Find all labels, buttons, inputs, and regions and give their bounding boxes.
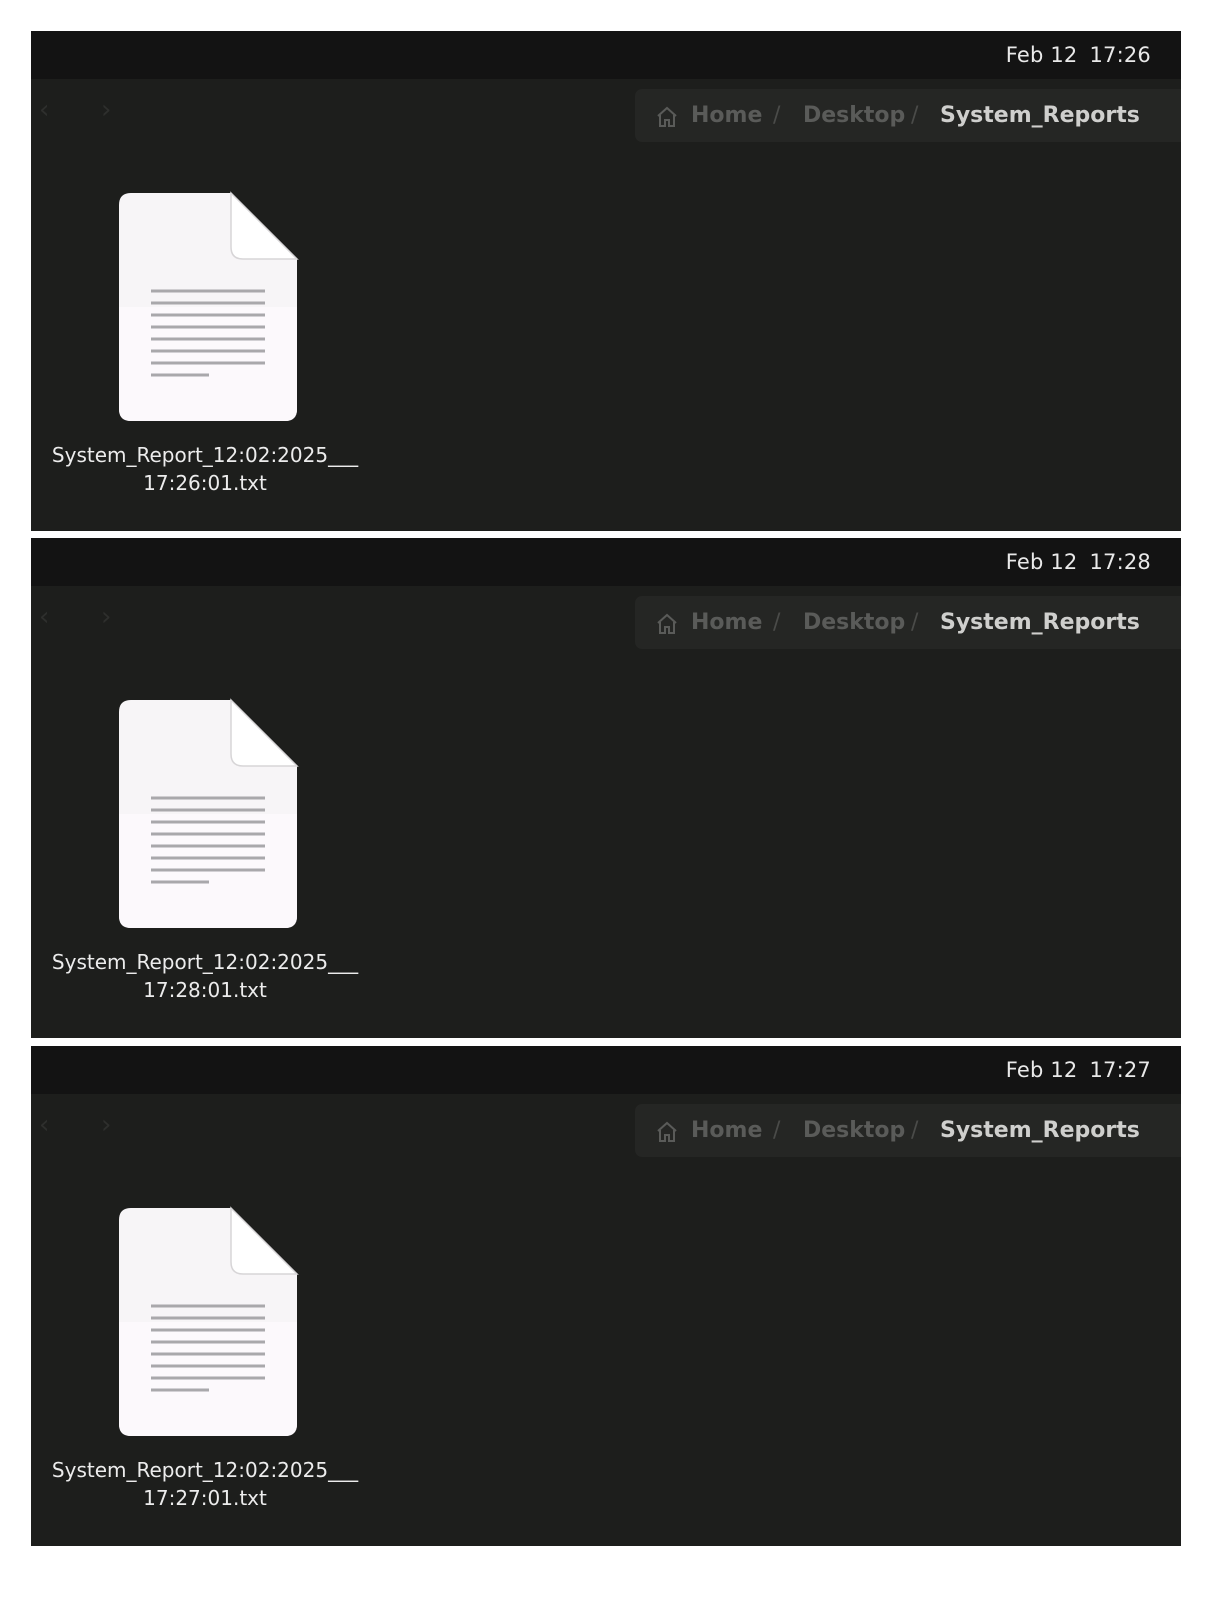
text-file-icon xyxy=(119,698,299,928)
breadcrumb-current[interactable]: System_Reports xyxy=(940,103,1140,128)
breadcrumb-current[interactable]: System_Reports xyxy=(940,610,1140,635)
clock-date: Feb 12 xyxy=(1005,1058,1078,1082)
top-bar: Feb 12 17:26 xyxy=(31,31,1181,79)
home-icon xyxy=(657,106,677,127)
breadcrumb-separator: / xyxy=(773,1118,781,1143)
file-name: System_Report_12:02:2025___ 17:26:01.txt xyxy=(45,441,365,497)
clock-date: Feb 12 xyxy=(1005,43,1078,67)
breadcrumb-separator: / xyxy=(911,1118,919,1143)
file-name-line: System_Report_12:02:2025___ xyxy=(51,950,359,974)
breadcrumb-home[interactable]: Home xyxy=(691,103,762,128)
file-name-line: 17:26:01.txt xyxy=(143,471,267,495)
text-file-icon xyxy=(119,1206,299,1436)
back-button[interactable]: ‹ xyxy=(39,1112,49,1138)
forward-button[interactable]: › xyxy=(101,604,111,630)
back-button[interactable]: ‹ xyxy=(39,97,49,123)
forward-button[interactable]: › xyxy=(101,1112,111,1138)
file-manager-window-3: Feb 12 17:27 ‹ › Home / Desktop / System_… xyxy=(31,1046,1181,1546)
home-icon xyxy=(657,1121,677,1142)
file-name-line: System_Report_12:02:2025___ xyxy=(51,443,359,467)
file-item[interactable]: System_Report_12:02:2025___ 17:28:01.txt xyxy=(45,698,365,1028)
file-name-line: System_Report_12:02:2025___ xyxy=(51,1458,359,1482)
breadcrumb-current[interactable]: System_Reports xyxy=(940,1118,1140,1143)
home-icon xyxy=(657,613,677,634)
top-bar: Feb 12 17:27 xyxy=(31,1046,1181,1094)
breadcrumb: Home / Desktop / System_Reports xyxy=(635,596,1181,649)
text-file-icon xyxy=(119,191,299,421)
clock-time: 17:28 xyxy=(1089,550,1151,574)
breadcrumb-separator: / xyxy=(773,610,781,635)
back-button[interactable]: ‹ xyxy=(39,604,49,630)
file-item[interactable]: System_Report_12:02:2025___ 17:27:01.txt xyxy=(45,1206,365,1536)
clock[interactable]: Feb 12 17:26 xyxy=(1006,43,1151,67)
forward-button[interactable]: › xyxy=(101,97,111,123)
breadcrumb-separator: / xyxy=(911,610,919,635)
breadcrumb-home[interactable]: Home xyxy=(691,610,762,635)
breadcrumb: Home / Desktop / System_Reports xyxy=(635,1104,1181,1157)
clock-time: 17:26 xyxy=(1089,43,1151,67)
file-manager-window-1: Feb 12 17:26 ‹ › Home / Desktop / System_… xyxy=(31,31,1181,531)
file-item[interactable]: System_Report_12:02:2025___ 17:26:01.txt xyxy=(45,191,365,521)
file-name-line: 17:28:01.txt xyxy=(143,978,267,1002)
breadcrumb-desktop[interactable]: Desktop xyxy=(803,1118,905,1143)
clock[interactable]: Feb 12 17:27 xyxy=(1006,1058,1151,1082)
breadcrumb-desktop[interactable]: Desktop xyxy=(803,610,905,635)
clock-time: 17:27 xyxy=(1089,1058,1151,1082)
file-name: System_Report_12:02:2025___ 17:28:01.txt xyxy=(45,948,365,1004)
breadcrumb-home[interactable]: Home xyxy=(691,1118,762,1143)
clock-date: Feb 12 xyxy=(1005,550,1078,574)
file-name-line: 17:27:01.txt xyxy=(143,1486,267,1510)
breadcrumb-desktop[interactable]: Desktop xyxy=(803,103,905,128)
file-manager-window-2: Feb 12 17:28 ‹ › Home / Desktop / System_… xyxy=(31,538,1181,1038)
breadcrumb-separator: / xyxy=(773,103,781,128)
breadcrumb-separator: / xyxy=(911,103,919,128)
breadcrumb: Home / Desktop / System_Reports xyxy=(635,89,1181,142)
file-name: System_Report_12:02:2025___ 17:27:01.txt xyxy=(45,1456,365,1512)
top-bar: Feb 12 17:28 xyxy=(31,538,1181,586)
clock[interactable]: Feb 12 17:28 xyxy=(1006,550,1151,574)
